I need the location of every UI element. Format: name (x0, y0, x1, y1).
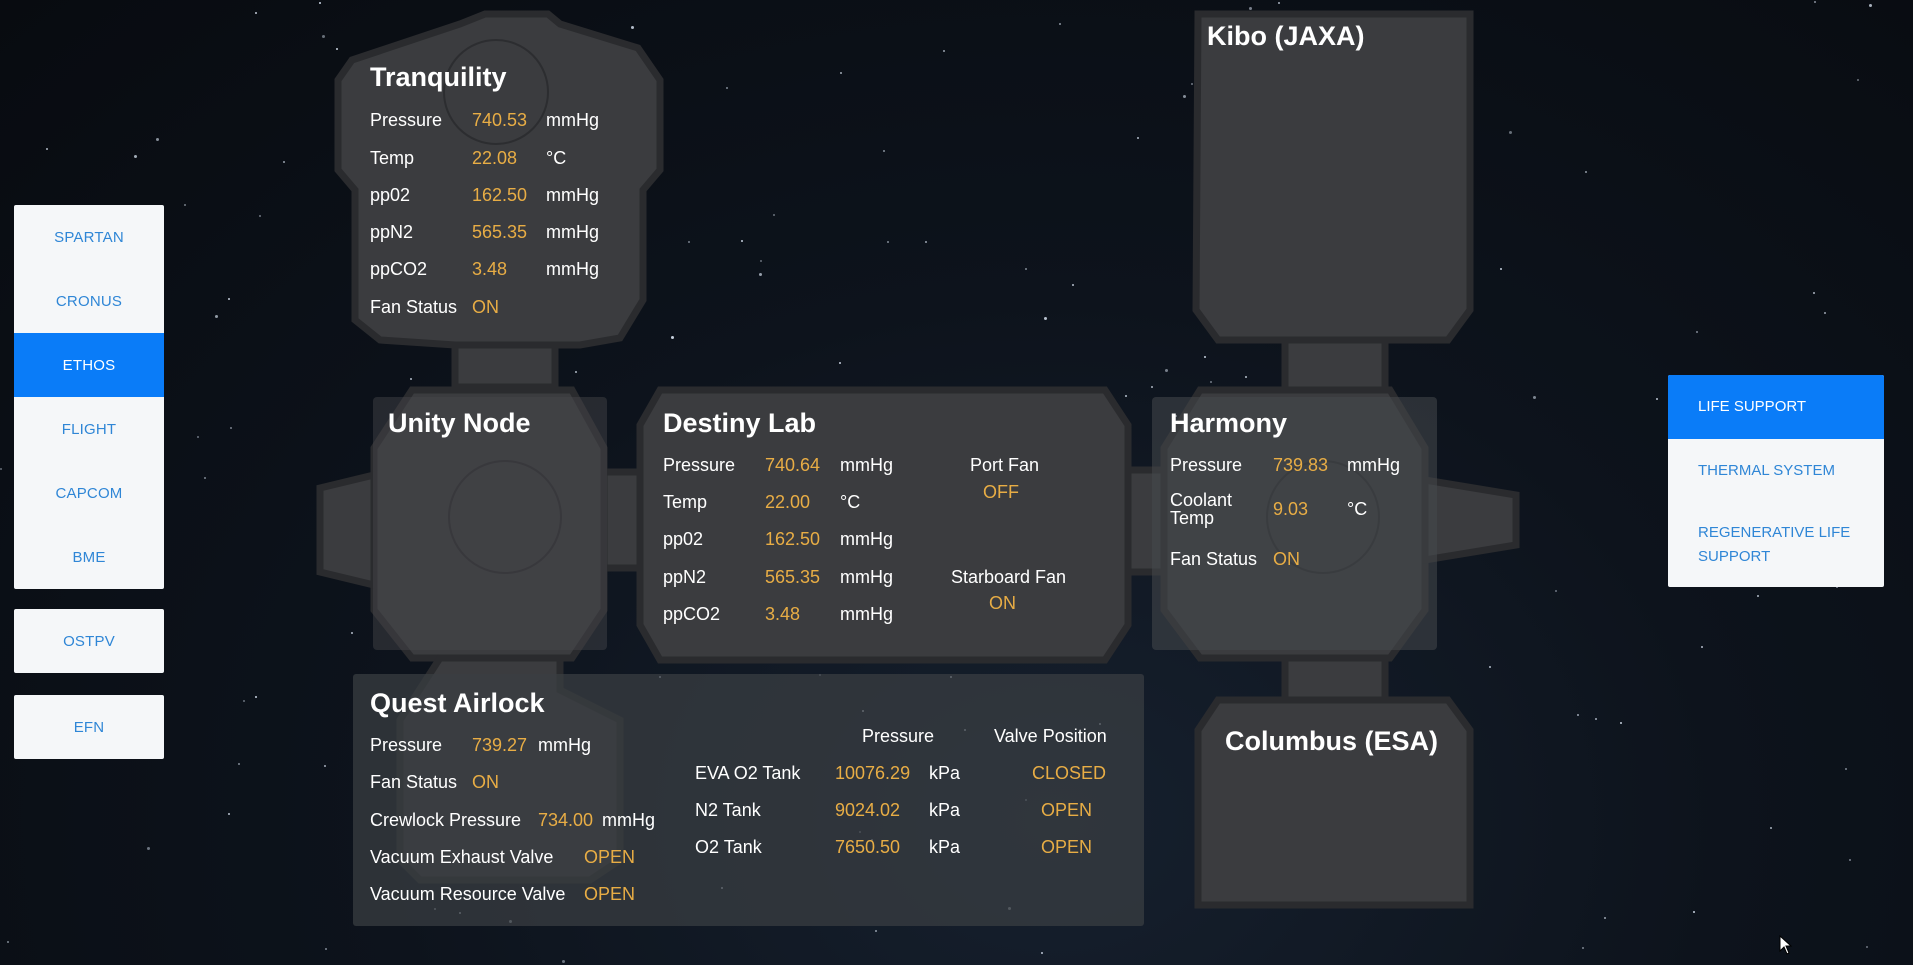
destiny-ppco2-label: ppCO2 (663, 604, 721, 624)
quest-vacuum-exhaust-value: OPEN (584, 847, 636, 867)
quest-tank-valve-header: Valve Position (994, 726, 1107, 746)
tranquility-ppco2-unit: mmHg (546, 259, 599, 279)
harmony-pressure-label: Pressure (1170, 455, 1243, 475)
destiny-ppn2-label: ppN2 (663, 567, 707, 587)
harmony-coolant-label-line2: Temp (1170, 508, 1215, 528)
nav-item-flight[interactable]: FLIGHT (14, 397, 164, 461)
destiny-pressure-unit: mmHg (840, 455, 893, 475)
left-nav-efn: EFN (14, 695, 164, 759)
destiny-ppco2-unit: mmHg (840, 604, 893, 624)
harmony-pressure-unit: mmHg (1347, 455, 1400, 475)
destiny-temp-label: Temp (663, 492, 708, 512)
tranquility-ppn2-value: 565.35 (472, 222, 528, 242)
quest-crewlock-unit: mmHg (602, 810, 655, 830)
right-nav: LIFE SUPPORT THERMAL SYSTEM REGENERATIVE… (1668, 375, 1884, 587)
tranquility-ppn2-label: ppN2 (370, 222, 414, 242)
tranquility-ppco2-label: ppCO2 (370, 259, 428, 279)
unity-title: Unity Node (388, 408, 531, 438)
destiny-starboard-fan-label: Starboard Fan (951, 567, 1067, 587)
quest-tank-valve: OPEN (1041, 800, 1093, 820)
quest-vacuum-exhaust-label: Vacuum Exhaust Valve (370, 847, 554, 867)
quest-crewlock-value: 734.00 (538, 810, 594, 830)
destiny-ppco2-value: 3.48 (765, 604, 801, 624)
destiny-port-fan-value: OFF (983, 482, 1019, 502)
destiny-ppo2-label: pp02 (663, 529, 704, 549)
quest-vacuum-resource-label: Vacuum Resource Valve (370, 884, 566, 904)
nav-item-ostpv[interactable]: OSTPV (14, 609, 164, 673)
quest-fan-label: Fan Status (370, 772, 458, 792)
nav-item-ethos[interactable]: ETHOS (14, 333, 164, 397)
tranquility-pressure-label: Pressure (370, 110, 443, 130)
quest-tank-pressure: 7650.50 (835, 837, 901, 857)
harmony-fan-label: Fan Status (1170, 549, 1258, 569)
harmony-fan-value: ON (1273, 549, 1300, 569)
tranquility-fan-value: ON (472, 297, 499, 317)
tranquility-pressure-value: 740.53 (472, 110, 528, 130)
tranquility-temp-unit: °C (546, 148, 567, 168)
kibo-title: Kibo (JAXA) (1207, 21, 1365, 51)
left-nav-main: SPARTAN CRONUS ETHOS FLIGHT CAPCOM BME (14, 205, 164, 589)
harmony-coolant-value: 9.03 (1273, 499, 1309, 519)
destiny-title: Destiny Lab (663, 408, 817, 438)
quest-crewlock-label: Crewlock Pressure (370, 810, 522, 830)
harmony-pressure-value: 739.83 (1273, 455, 1329, 475)
destiny-pressure-value: 740.64 (765, 455, 821, 475)
left-nav-ostpv: OSTPV (14, 609, 164, 673)
quest-tank-unit: kPa (929, 800, 961, 820)
destiny-pressure-label: Pressure (663, 455, 736, 475)
tranquility-ppco2-value: 3.48 (472, 259, 508, 279)
tranquility-temp-value: 22.08 (472, 148, 518, 168)
nav-item-spartan[interactable]: SPARTAN (14, 205, 164, 269)
quest-vacuum-resource-value: OPEN (584, 884, 636, 904)
quest-pressure-value: 739.27 (472, 735, 528, 755)
columbus-title: Columbus (ESA) (1225, 726, 1438, 756)
quest-tank-valve: CLOSED (1032, 763, 1107, 783)
nav-item-efn[interactable]: EFN (14, 695, 164, 759)
quest-tank-name: N2 Tank (695, 800, 761, 820)
quest-tank-name: EVA O2 Tank (695, 763, 801, 783)
quest-tank-pressure: 10076.29 (835, 763, 911, 783)
quest-fan-value: ON (472, 772, 499, 792)
tranquility-fan-label: Fan Status (370, 297, 458, 317)
nav-item-capcom[interactable]: CAPCOM (14, 461, 164, 525)
quest-pressure-unit: mmHg (538, 735, 591, 755)
destiny-temp-unit: °C (840, 492, 861, 512)
tranquility-ppn2-unit: mmHg (546, 222, 599, 242)
nav-item-life-support[interactable]: LIFE SUPPORT (1668, 375, 1884, 439)
harmony-coolant-label-line1: Coolant (1170, 490, 1233, 510)
harmony-title: Harmony (1170, 408, 1288, 438)
destiny-temp-value: 22.00 (765, 492, 811, 512)
quest-tank-name: O2 Tank (695, 837, 762, 857)
destiny-port-fan-label: Port Fan (970, 455, 1040, 475)
quest-tank-valve: OPEN (1041, 837, 1093, 857)
destiny-ppo2-value: 162.50 (765, 529, 821, 549)
quest-title: Quest Airlock (370, 688, 545, 718)
tranquility-ppo2-label: pp02 (370, 185, 411, 205)
mouse-cursor-icon (1779, 935, 1793, 955)
nav-item-bme[interactable]: BME (14, 525, 164, 589)
tranquility-title: Tranquility (370, 62, 507, 92)
quest-tank-pressure-header: Pressure (862, 726, 935, 746)
tranquility-ppo2-unit: mmHg (546, 185, 599, 205)
tranquility-temp-label: Temp (370, 148, 415, 168)
harmony-coolant-unit: °C (1347, 499, 1368, 519)
quest-tank-pressure: 9024.02 (835, 800, 901, 820)
destiny-ppn2-unit: mmHg (840, 567, 893, 587)
quest-tank-unit: kPa (929, 763, 961, 783)
nav-item-cronus[interactable]: CRONUS (14, 269, 164, 333)
nav-item-thermal-system[interactable]: THERMAL SYSTEM (1668, 439, 1884, 503)
tranquility-pressure-unit: mmHg (546, 110, 599, 130)
tranquility-ppo2-value: 162.50 (472, 185, 528, 205)
destiny-ppn2-value: 565.35 (765, 567, 821, 587)
destiny-ppo2-unit: mmHg (840, 529, 893, 549)
destiny-starboard-fan-value: ON (989, 593, 1016, 613)
quest-tank-unit: kPa (929, 837, 961, 857)
nav-item-regenerative-life-support[interactable]: REGENERATIVE LIFE SUPPORT (1668, 503, 1884, 587)
quest-pressure-label: Pressure (370, 735, 443, 755)
